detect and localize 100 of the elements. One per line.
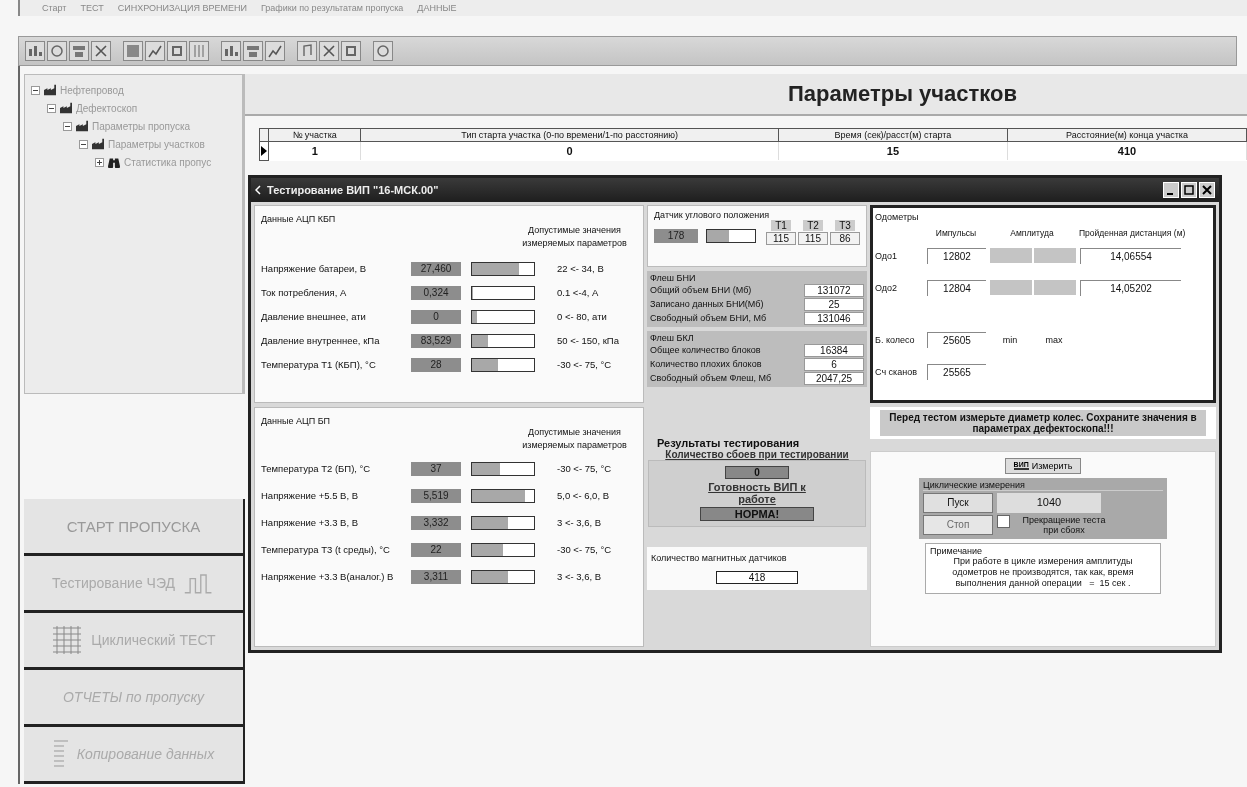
- amplitude-field: [990, 248, 1032, 263]
- toolbar-button[interactable]: [265, 41, 285, 61]
- minimize-button[interactable]: [1163, 181, 1179, 198]
- parameter-label: Напряжение +3.3 В(аналог.) В: [261, 571, 395, 582]
- toolbar-button[interactable]: [297, 41, 317, 61]
- page-title: Параметры участков: [788, 81, 1017, 107]
- odometer-label: Одо1: [875, 250, 899, 261]
- toolbar-button[interactable]: [69, 41, 89, 61]
- expander-icon[interactable]: [63, 121, 72, 131]
- value-field: 115: [798, 231, 828, 245]
- group-title: Результаты тестирования: [657, 436, 800, 449]
- value-field: 16384: [804, 343, 864, 357]
- expander-icon[interactable]: [95, 157, 104, 167]
- sensor-count-label: Количество магнитных датчиков: [651, 552, 787, 563]
- factory-icon: [43, 84, 57, 96]
- value-display: 83,529: [411, 333, 461, 348]
- note-text: При работе в цикле измерения амплитуды одометров не производятся, так как, время выполнения данной операции = 15 сек .: [952, 555, 1135, 589]
- parameter-label: Количество плохих блоков: [650, 359, 762, 369]
- value-field: 14,05202: [1080, 279, 1181, 296]
- toolbar-button[interactable]: [145, 41, 165, 61]
- menu-item[interactable]: Графики по результатам пропуска: [260, 3, 404, 13]
- menu-item[interactable]: Старт: [42, 3, 67, 13]
- range-label: 0 <- 80, ати: [557, 311, 607, 322]
- value-field: 14,06554: [1080, 247, 1181, 264]
- table-cell: 0: [360, 141, 779, 160]
- parameter-label: Общий объем БНИ (Мб): [650, 285, 752, 295]
- min-label: min: [1001, 334, 1019, 345]
- limits-heading: Допустимые значения измеряемых параметров: [521, 223, 628, 250]
- amplitude-field: [1034, 280, 1076, 295]
- toolbar-button[interactable]: [47, 41, 67, 61]
- range-label: 50 <- 150, кПа: [557, 335, 619, 346]
- column-header[interactable]: Тип старта участка (0-по времени/1-по расстоянию): [360, 128, 779, 142]
- value-display: 28: [411, 357, 461, 372]
- range-label: 3 <- 3,6, В: [557, 517, 602, 528]
- parameter-label: Температура Т1 (КБП), °С: [261, 359, 377, 370]
- group-title: Датчик углового положения: [654, 209, 771, 220]
- toolbar-button[interactable]: [243, 41, 263, 61]
- group-title: Примечание: [930, 545, 984, 556]
- tree-item[interactable]: Дефектоскоп: [76, 102, 138, 114]
- checkbox-label[interactable]: Прекращение теста при сбоях: [1014, 514, 1114, 535]
- column-header[interactable]: Время (сек)/расст(м) старта: [778, 128, 1008, 142]
- group-title: Флеш БКЛ: [650, 332, 695, 343]
- toolbar-button[interactable]: [189, 41, 209, 61]
- close-button[interactable]: [1199, 181, 1215, 198]
- value-display: 0,324: [411, 285, 461, 300]
- group-title: Одометры: [875, 211, 920, 222]
- value-display: 178: [654, 228, 698, 243]
- status-display: НОРМА!: [700, 506, 814, 521]
- wheel-label: Б. колесо: [875, 334, 916, 345]
- value-field: 2047,25: [804, 371, 864, 385]
- back-icon[interactable]: [255, 184, 261, 195]
- failure-count: 0: [725, 465, 789, 479]
- value-display: 37: [411, 461, 461, 476]
- tree-item[interactable]: Нефтепровод: [60, 84, 124, 96]
- range-label: -30 <- 75, °С: [557, 544, 612, 555]
- expander-icon[interactable]: [79, 139, 88, 149]
- toolbar-button[interactable]: [221, 41, 241, 61]
- start-button[interactable]: Пуск: [923, 492, 993, 513]
- checkbox[interactable]: [997, 514, 1010, 528]
- nav-button[interactable]: Тестирование ЧЭД: [24, 556, 245, 613]
- menu-item[interactable]: ТЕСТ: [80, 3, 104, 13]
- range-label: 5,0 <- 6,0, В: [557, 490, 610, 501]
- toolbar-button[interactable]: [167, 41, 187, 61]
- list-icon: [52, 740, 69, 768]
- menu-item[interactable]: СИНХРОНИЗАЦИЯ ВРЕМЕНИ: [117, 3, 247, 13]
- maximize-button[interactable]: [1181, 181, 1197, 198]
- tree-item[interactable]: Параметры участков: [108, 138, 205, 150]
- menu-item[interactable]: ДАННЫЕ: [417, 3, 457, 13]
- toolbar-button[interactable]: [91, 41, 111, 61]
- nav-button[interactable]: Копирование данных: [24, 727, 245, 784]
- warning-message: Перед тестом измерьте диаметр колес. Сохраните значения в параметрах дефектоскопа!!!: [880, 409, 1206, 436]
- column-header[interactable]: Расстояние(м) конца участка: [1007, 128, 1247, 142]
- toolbar-button[interactable]: [123, 41, 143, 61]
- tree-item[interactable]: Статистика пропус: [124, 156, 212, 168]
- group-title: Данные АЦП БП: [261, 415, 332, 426]
- nav-button[interactable]: Циклический ТЕСТ: [24, 613, 245, 670]
- sensor-label: Т1: [771, 219, 791, 231]
- value-field: 12802: [927, 247, 986, 264]
- readiness-label: Готовность ВИП к работе: [707, 480, 807, 505]
- group-title: Циклические измерения: [923, 479, 1163, 491]
- parameter-label: Давление внутреннее, кПа: [261, 335, 381, 346]
- value-display: 27,460: [411, 261, 461, 276]
- column-header: Пройденная дистанция (м): [1079, 227, 1186, 238]
- expander-icon[interactable]: [47, 103, 56, 113]
- tree-item[interactable]: Параметры пропуска: [92, 120, 191, 132]
- counter-field: 1040: [997, 492, 1101, 513]
- expander-icon[interactable]: [31, 85, 40, 95]
- nav-button[interactable]: СТАРТ ПРОПУСКА: [24, 499, 245, 556]
- value-display: 0: [411, 309, 461, 324]
- toolbar-button[interactable]: [373, 41, 393, 61]
- toolbar-button[interactable]: [341, 41, 361, 61]
- nav-button[interactable]: ОТЧЕТЫ по пропуску: [24, 670, 245, 727]
- value-display: 3,311: [411, 569, 461, 584]
- table-cell: 410: [1007, 141, 1247, 160]
- toolbar-button[interactable]: [319, 41, 339, 61]
- table-cell: 15: [778, 141, 1008, 160]
- toolbar-button[interactable]: [25, 41, 45, 61]
- column-header[interactable]: № участка: [268, 128, 361, 142]
- range-label: 3 <- 3,6, В: [557, 571, 602, 582]
- value-field: 25605: [927, 331, 986, 348]
